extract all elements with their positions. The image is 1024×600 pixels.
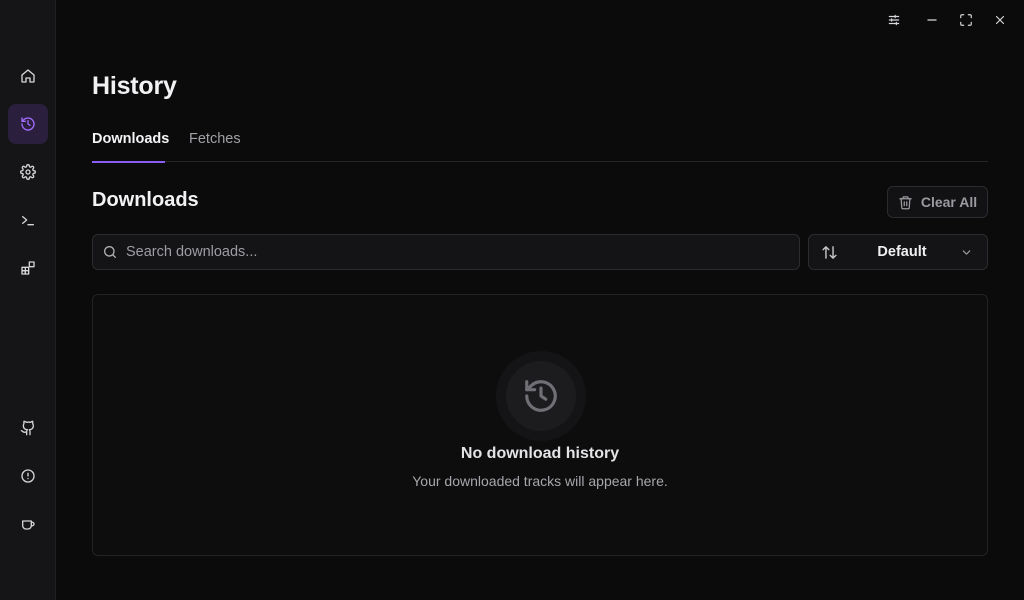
terminal-icon: [22, 216, 34, 226]
app-window: History Downloads Fetches Downloads Clea…: [0, 0, 1024, 600]
maximize-button[interactable]: [954, 8, 978, 32]
sidebar-item-github[interactable]: [8, 408, 48, 448]
chevron-down-icon: [962, 250, 971, 255]
empty-state-title: No download history: [460, 445, 620, 462]
blocks-icon: [21, 261, 35, 275]
github-icon: [20, 420, 35, 436]
sidebar-item-about[interactable]: [8, 456, 48, 496]
info-icon: [21, 469, 35, 483]
close-icon: [995, 15, 1005, 25]
search-icon: [104, 246, 116, 258]
minimize-button[interactable]: [920, 8, 944, 32]
tab-downloads[interactable]: Downloads: [92, 128, 170, 163]
tab-label: Downloads: [92, 131, 170, 147]
home-icon: [21, 69, 35, 83]
history-icon: [21, 117, 35, 131]
coffee-icon: [22, 520, 35, 530]
sort-value: Default: [877, 244, 927, 260]
tab-bar: Downloads Fetches: [92, 128, 988, 163]
active-tab-indicator: [92, 161, 165, 163]
sidebar-item-support[interactable]: [8, 505, 48, 545]
clear-all-label: Clear All: [920, 194, 978, 210]
history-icon: [525, 380, 557, 412]
gear-icon: [20, 164, 36, 180]
sidebar-item-home[interactable]: [8, 56, 48, 96]
page-title: History: [92, 72, 177, 100]
search-box: [92, 234, 800, 270]
sidebar-item-extensions[interactable]: [8, 248, 48, 288]
maximize-icon: [960, 14, 972, 26]
trash-icon: [899, 195, 912, 209]
section-title: Downloads: [92, 189, 199, 211]
empty-state-subtitle: Your downloaded tracks will appear here.: [412, 473, 668, 489]
empty-state-icon-badge: [496, 351, 586, 441]
settings-sliders-icon: [888, 14, 900, 26]
sidebar: [0, 0, 56, 600]
downloads-list-panel: No download history Your downloaded trac…: [92, 294, 988, 556]
close-button[interactable]: [988, 8, 1012, 32]
window-settings-button[interactable]: [882, 8, 906, 32]
sidebar-item-history[interactable]: [8, 104, 48, 144]
tab-fetches[interactable]: Fetches: [189, 128, 241, 162]
sort-select[interactable]: Default: [808, 234, 988, 270]
sidebar-item-settings[interactable]: [8, 152, 48, 192]
clear-all-button[interactable]: Clear All: [887, 186, 988, 218]
tab-label: Fetches: [189, 131, 241, 147]
minimize-icon: [927, 19, 937, 21]
sidebar-item-terminal[interactable]: [8, 200, 48, 240]
sort-arrows-icon: [822, 246, 837, 259]
search-input[interactable]: [118, 235, 799, 269]
